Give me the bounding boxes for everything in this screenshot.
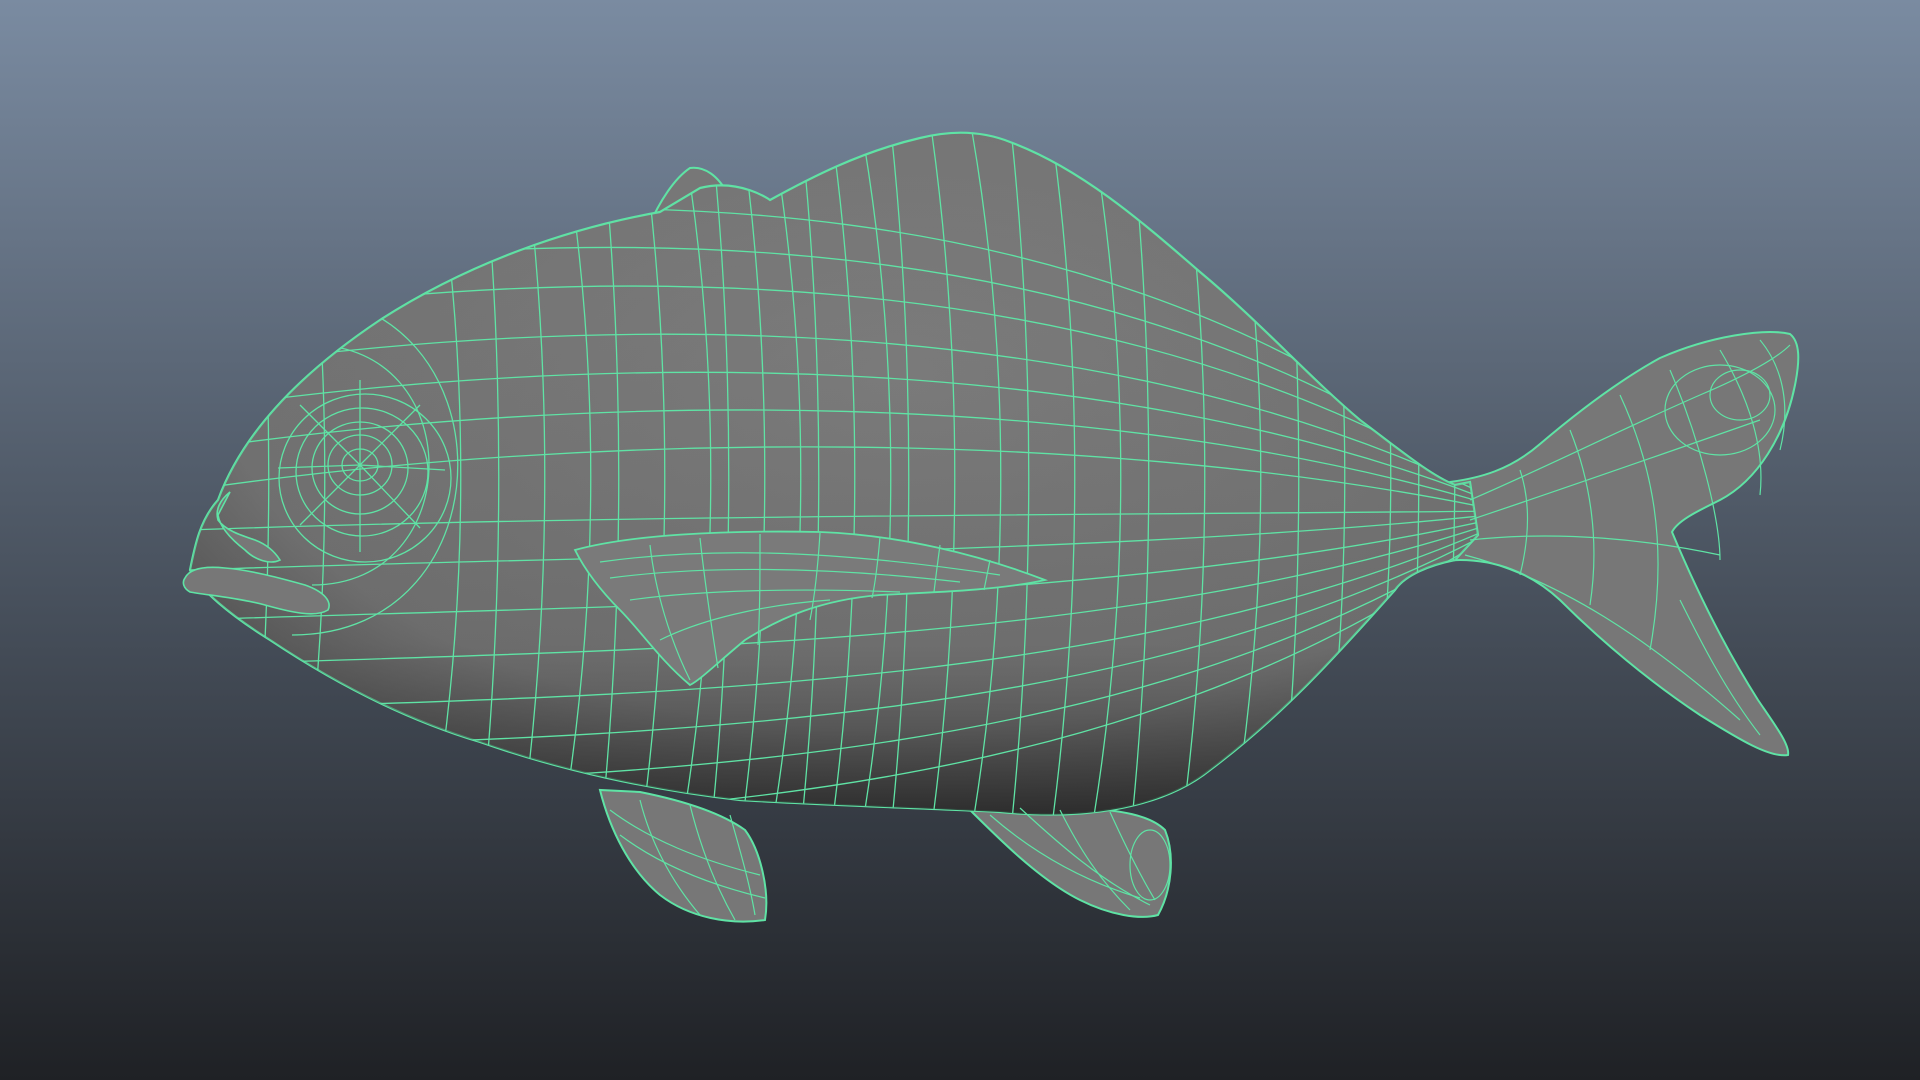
3d-viewport[interactable] [0,0,1920,1080]
